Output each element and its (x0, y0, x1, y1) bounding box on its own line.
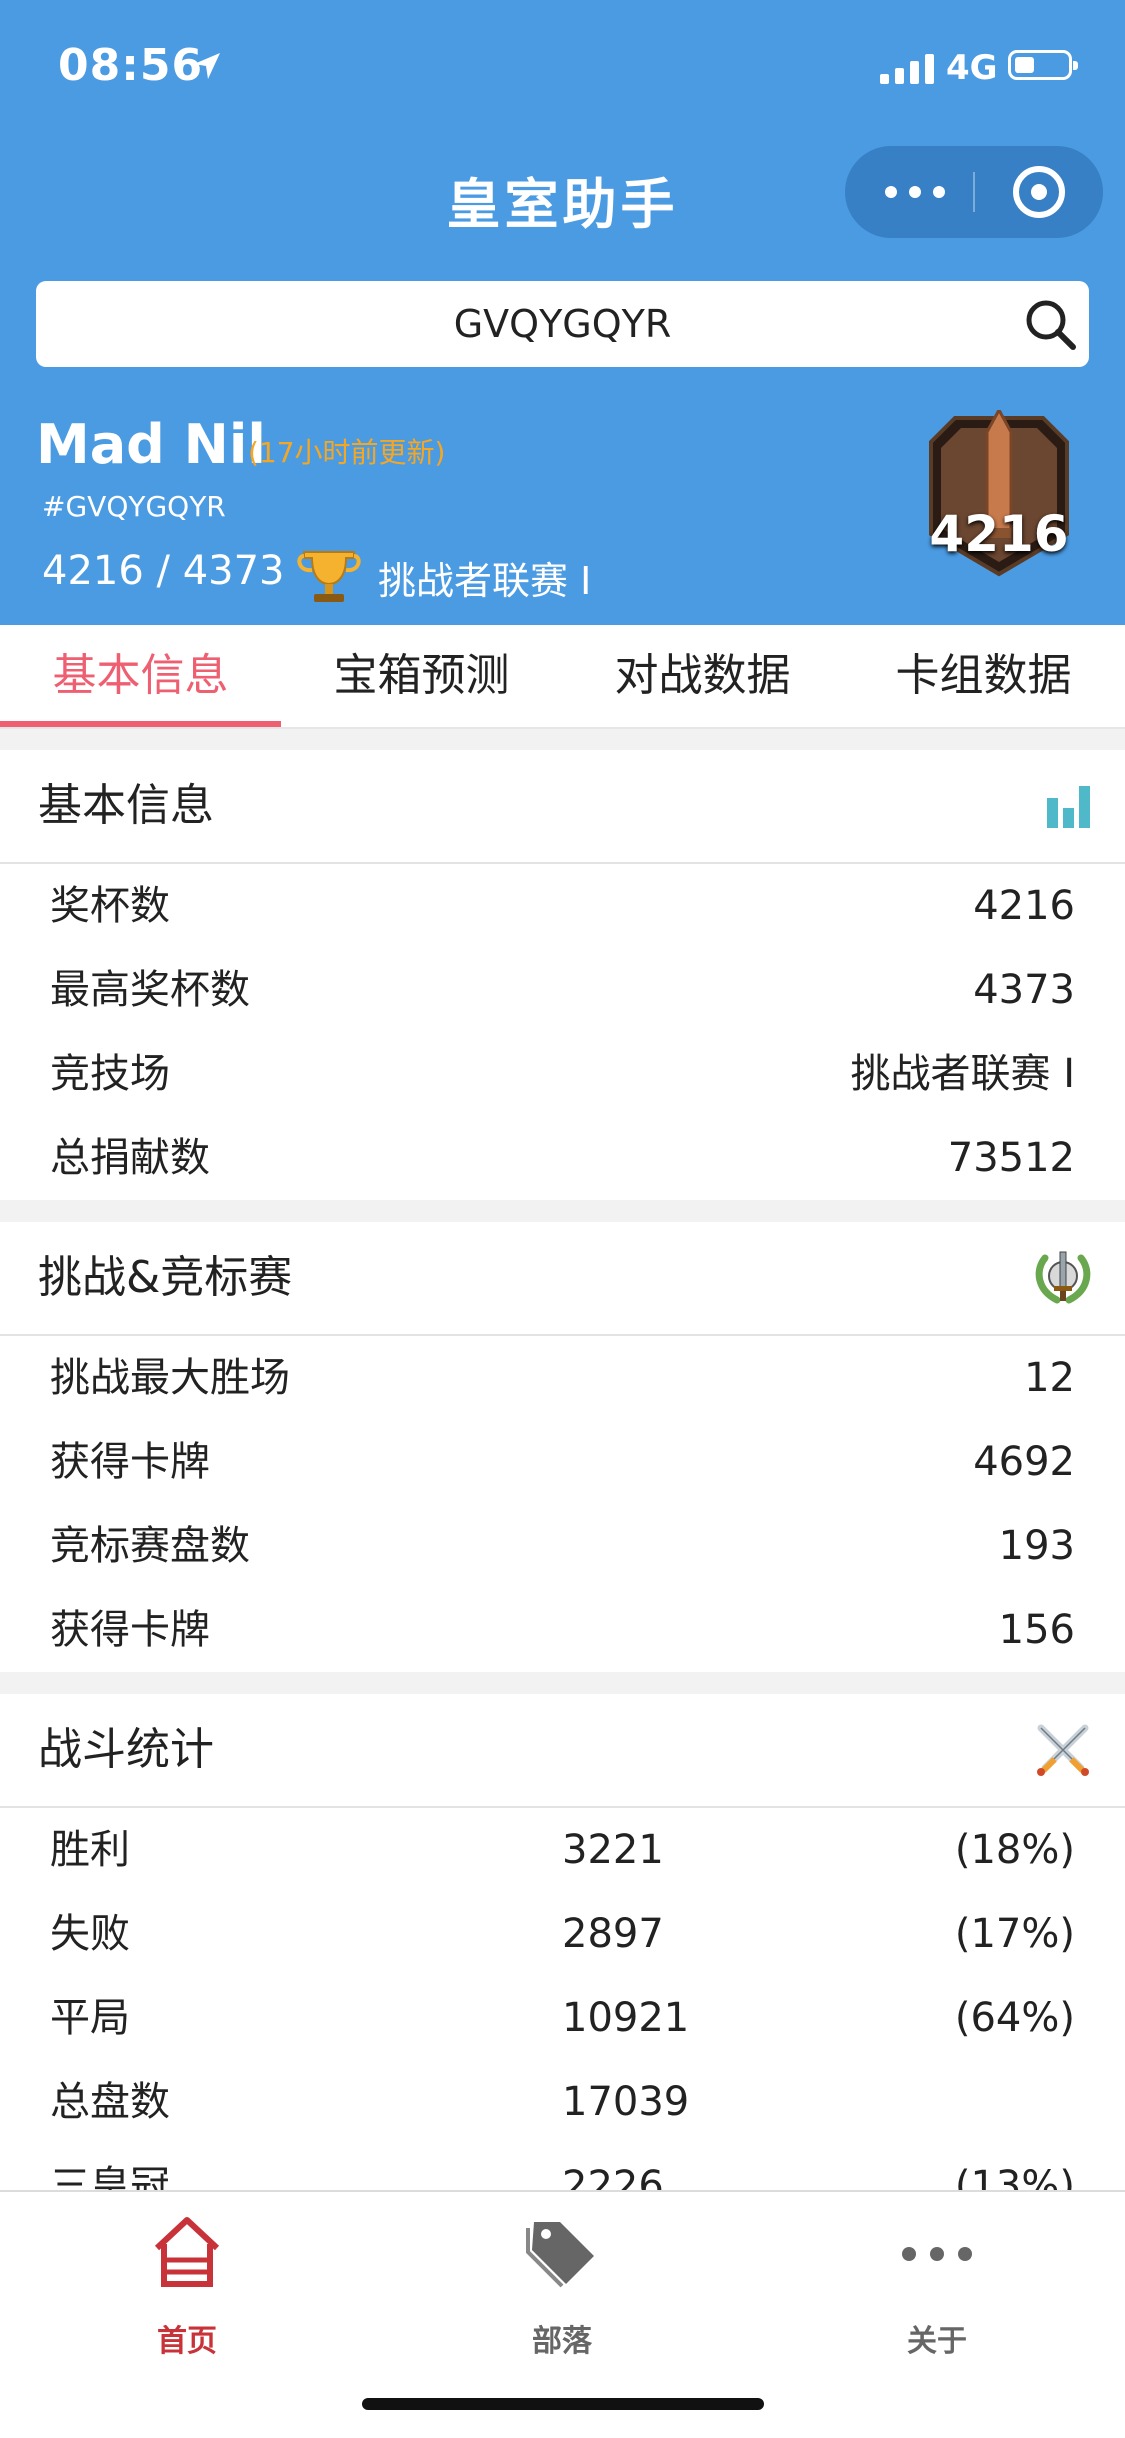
row-count: 2226 (562, 2163, 664, 2190)
row-count: 2897 (562, 1911, 664, 1957)
battle-stats-list: 胜利 3221 (18%) 失败 2897 (17%) 平局 10921 (64… (0, 1808, 1125, 2190)
more-dots-icon[interactable] (885, 174, 945, 210)
target-circle-icon[interactable] (1013, 166, 1065, 218)
row-label: 平局 (50, 1995, 130, 2041)
arena-badge-trophies: 4216 (929, 505, 1069, 563)
list-item: 失败 2897 (17%) (0, 1892, 1125, 1976)
list-item: 三皇冠 2226 (13%) (0, 2144, 1125, 2190)
tabbar-label: 关于 (907, 2324, 967, 2359)
location-arrow-icon (194, 53, 220, 79)
row-label: 最高奖杯数 (50, 967, 250, 1013)
row-label: 挑战最大胜场 (50, 1355, 290, 1401)
list-item: 奖杯数 4216 (0, 864, 1125, 948)
tabbar-item-about[interactable]: 关于 (837, 2210, 1037, 2359)
row-percent: (13%) (954, 2163, 1075, 2190)
section-title: 战斗统计 (38, 1724, 214, 1775)
row-count: 10921 (562, 1995, 690, 2041)
row-percent: (64%) (954, 1995, 1075, 2041)
player-name: Mad Nil (36, 413, 266, 476)
list-item: 最高奖杯数 4373 (0, 948, 1125, 1032)
basic-info-list: 奖杯数 4216 最高奖杯数 4373 竞技场 挑战者联赛 I 总捐献数 735… (0, 864, 1125, 1200)
row-percent: (18%) (954, 1827, 1075, 1873)
row-label: 竞技场 (50, 1051, 170, 1097)
search-bar[interactable]: GVQYGQYR (36, 281, 1089, 367)
row-value: 4216 (973, 883, 1075, 929)
tabbar-label: 首页 (157, 2324, 217, 2359)
bar-chart-icon (1047, 786, 1090, 828)
row-label: 总捐献数 (50, 1135, 210, 1181)
list-item: 获得卡牌 4692 (0, 1420, 1125, 1504)
list-item: 胜利 3221 (18%) (0, 1808, 1125, 1892)
battery-icon (1008, 50, 1078, 80)
row-label: 获得卡牌 (50, 1607, 210, 1653)
row-label: 获得卡牌 (50, 1439, 210, 1485)
row-label: 三皇冠 (50, 2163, 170, 2190)
section-title: 基本信息 (38, 780, 214, 831)
list-item: 获得卡牌 156 (0, 1588, 1125, 1672)
player-tag: #GVQYGQYR (42, 490, 226, 523)
row-label: 失败 (50, 1911, 130, 1957)
trophy-icon (297, 551, 361, 602)
active-tab-indicator (0, 721, 281, 727)
list-item: 挑战最大胜场 12 (0, 1336, 1125, 1420)
row-value: 挑战者联赛 I (850, 1051, 1075, 1097)
search-icon[interactable] (1023, 297, 1077, 351)
list-item: 总盘数 17039 (0, 2060, 1125, 2144)
section-header-battle: 战斗统计 (0, 1694, 1125, 1808)
home-icon (154, 2217, 220, 2287)
tab-bar: 基本信息 宝箱预测 对战数据 卡组数据 (0, 625, 1125, 729)
crossed-swords-icon (1037, 1724, 1089, 1776)
tabbar-item-clan[interactable]: 部落 (462, 2210, 662, 2359)
row-value: 4373 (973, 967, 1075, 1013)
tag-icon (526, 2222, 594, 2288)
row-value: 12 (1024, 1355, 1075, 1401)
laurel-sword-icon (1035, 1251, 1091, 1304)
row-label: 奖杯数 (50, 883, 170, 929)
update-note: (17小时前更新) (248, 436, 446, 469)
row-label: 胜利 (50, 1827, 130, 1873)
tab-chest-forecast[interactable]: 宝箱预测 (281, 625, 562, 727)
search-input[interactable]: GVQYGQYR (36, 281, 1089, 367)
tabbar-item-home[interactable]: 首页 (87, 2210, 287, 2359)
status-time: 08:56 (58, 40, 204, 91)
row-value: 193 (998, 1523, 1075, 1569)
list-item: 平局 10921 (64%) (0, 1976, 1125, 2060)
tab-deck-data[interactable]: 卡组数据 (843, 625, 1124, 727)
list-item: 总捐献数 73512 (0, 1116, 1125, 1200)
row-value: 4692 (973, 1439, 1075, 1485)
row-percent: (17%) (954, 1911, 1075, 1957)
tab-basic-info[interactable]: 基本信息 (0, 625, 281, 727)
list-item: 竞标赛盘数 193 (0, 1504, 1125, 1588)
home-indicator (362, 2398, 764, 2410)
section-header-challenge: 挑战&竞标赛 (0, 1222, 1125, 1336)
list-item: 竞技场 挑战者联赛 I (0, 1032, 1125, 1116)
more-dots-icon (902, 2247, 972, 2261)
signal-bars-icon (880, 54, 934, 84)
challenge-list: 挑战最大胜场 12 获得卡牌 4692 竞标赛盘数 193 获得卡牌 156 (0, 1336, 1125, 1672)
row-value: 156 (998, 1607, 1075, 1653)
network-label: 4G (946, 48, 998, 88)
section-title: 挑战&竞标赛 (38, 1252, 293, 1303)
row-label: 总盘数 (50, 2079, 170, 2125)
row-value: 73512 (947, 1135, 1075, 1181)
arena-name: 挑战者联赛 I (378, 559, 592, 603)
tabbar-label: 部落 (532, 2324, 592, 2359)
section-header-basic: 基本信息 (0, 750, 1125, 864)
row-count: 17039 (562, 2079, 690, 2125)
trophy-count-line: 4216 / 4373 (42, 548, 285, 594)
tab-battle-data[interactable]: 对战数据 (562, 625, 843, 727)
row-count: 3221 (562, 1827, 664, 1873)
row-label: 竞标赛盘数 (50, 1523, 250, 1569)
mini-program-capsule (845, 146, 1103, 238)
